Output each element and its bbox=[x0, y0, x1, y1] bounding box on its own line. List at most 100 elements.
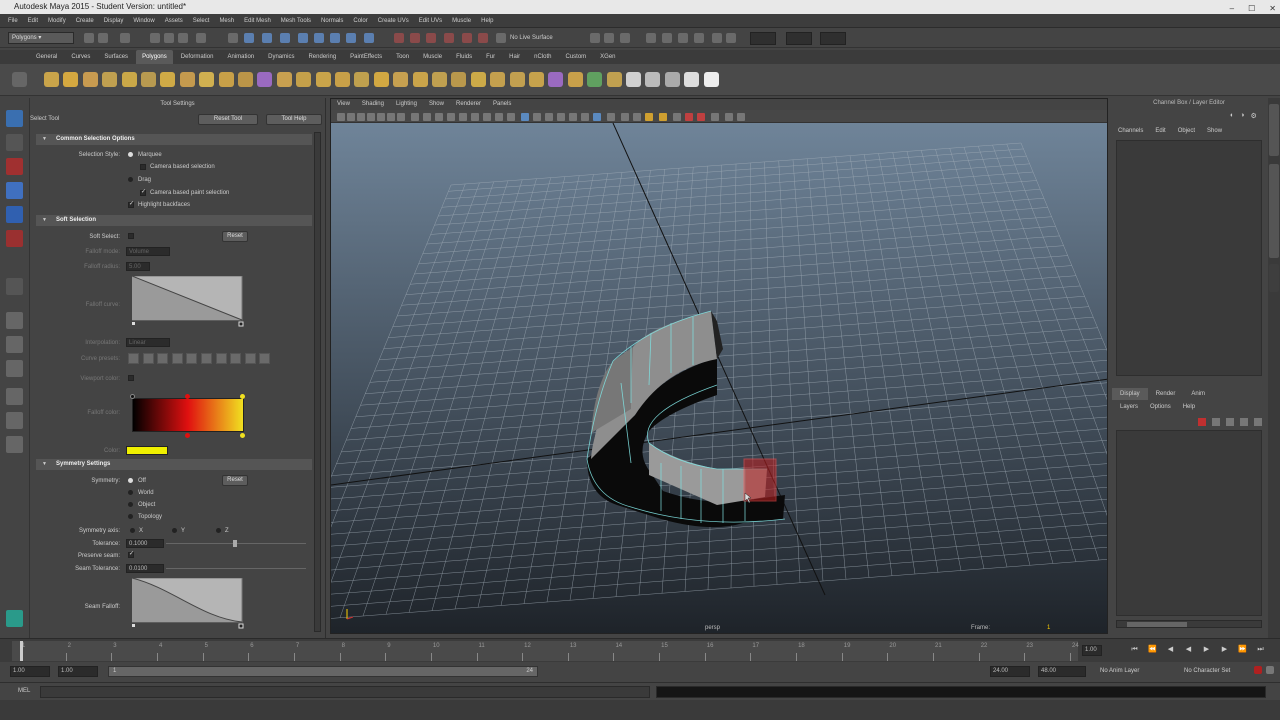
viewport-tool-14-icon[interactable] bbox=[483, 113, 491, 121]
shelf-tool-2-icon[interactable] bbox=[63, 72, 79, 87]
layer-menu-help[interactable]: Help bbox=[1183, 404, 1195, 410]
viewport-tool-13-icon[interactable] bbox=[471, 113, 479, 121]
viewport-tool-30-icon[interactable] bbox=[685, 113, 693, 121]
step-forward-key-icon[interactable]: ⏩ bbox=[1238, 645, 1247, 654]
shelf-menu-icon[interactable] bbox=[12, 72, 27, 87]
reset-tool-button[interactable]: Reset Tool bbox=[198, 114, 258, 125]
snap-curve-icon[interactable] bbox=[244, 33, 254, 43]
make-live-icon[interactable] bbox=[298, 33, 308, 43]
shelf-tool-25-icon[interactable] bbox=[509, 72, 525, 87]
viewport-menu-show[interactable]: Show bbox=[429, 99, 444, 110]
ramp-marker-red-bottom[interactable] bbox=[185, 433, 190, 438]
render-view-icon[interactable] bbox=[646, 33, 656, 43]
wireframe-icon[interactable] bbox=[478, 33, 488, 43]
shelf-tab-animation[interactable]: Animation bbox=[221, 50, 260, 64]
shelf-tool-12-icon[interactable] bbox=[257, 72, 273, 87]
ramp-marker-black[interactable] bbox=[130, 394, 135, 399]
range-slider-bar[interactable]: 1 24 bbox=[108, 666, 538, 677]
shelf-tool-17-icon[interactable] bbox=[354, 72, 370, 87]
shelf-tool-21-icon[interactable] bbox=[432, 72, 447, 87]
menu-file[interactable]: File bbox=[8, 14, 18, 27]
ramp-marker-red[interactable] bbox=[185, 394, 190, 399]
isolate-icon[interactable] bbox=[496, 33, 506, 43]
step-forward-frame-icon[interactable]: ▶ bbox=[1220, 645, 1229, 654]
open-scene-icon[interactable] bbox=[98, 33, 108, 43]
shelf-tab-deformation[interactable]: Deformation bbox=[175, 50, 220, 64]
select-object-icon[interactable] bbox=[164, 33, 174, 43]
hypershade-layout-icon[interactable] bbox=[6, 436, 23, 453]
xyz-field-y[interactable] bbox=[786, 32, 812, 45]
channel-box-icon-2[interactable]: ◑ bbox=[1240, 112, 1244, 120]
camera-based-selection-checkbox[interactable] bbox=[140, 164, 146, 170]
menu-select[interactable]: Select bbox=[193, 14, 210, 27]
preserve-seam-checkbox[interactable]: ✓ bbox=[128, 551, 134, 558]
shelf-tool-9-icon[interactable] bbox=[199, 72, 215, 87]
symmetry-settings-section[interactable]: Symmetry Settings bbox=[36, 459, 312, 470]
range-end-field[interactable]: 48.00 bbox=[1038, 666, 1086, 677]
curve-preset-9-icon[interactable] bbox=[244, 353, 256, 364]
lock-selection-icon[interactable] bbox=[196, 33, 206, 43]
viewport-tool-12-icon[interactable] bbox=[459, 113, 467, 121]
menu-mesh[interactable]: Mesh bbox=[219, 14, 234, 27]
layer-options-icon[interactable] bbox=[1254, 418, 1262, 426]
viewport-tool-25-icon[interactable] bbox=[621, 113, 629, 121]
shelf-tool-20-icon[interactable] bbox=[412, 72, 428, 87]
shelf-tab-fur[interactable]: Fur bbox=[480, 50, 501, 64]
drag-radio[interactable] bbox=[128, 177, 133, 182]
menu-set-select[interactable]: Polygons ▾ bbox=[8, 32, 74, 44]
shelf-tab-toon[interactable]: Toon bbox=[390, 50, 415, 64]
shelf-tool-34-icon[interactable] bbox=[684, 72, 700, 87]
channel-menu-show[interactable]: Show bbox=[1207, 128, 1222, 134]
shelf-tool-22-icon[interactable] bbox=[451, 72, 467, 87]
save-scene-icon[interactable] bbox=[120, 33, 130, 43]
menu-create-uvs[interactable]: Create UVs bbox=[378, 14, 409, 27]
history-icon[interactable] bbox=[314, 33, 324, 43]
anim-layer-label[interactable]: No Anim Layer bbox=[1100, 668, 1139, 674]
ramp-marker-yellow-bottom[interactable] bbox=[240, 433, 245, 438]
menu-mesh-tools[interactable]: Mesh Tools bbox=[281, 14, 311, 27]
menu-color[interactable]: Color bbox=[353, 14, 367, 27]
shelf-tab-rendering[interactable]: Rendering bbox=[302, 50, 342, 64]
shelf-tool-19-icon[interactable] bbox=[393, 72, 409, 87]
snap-view-plane-icon[interactable] bbox=[280, 33, 290, 43]
shelf-tool-33-icon[interactable] bbox=[664, 72, 680, 87]
shelf-tool-13-icon[interactable] bbox=[276, 72, 292, 87]
menu-window[interactable]: Window bbox=[133, 14, 154, 27]
curve-preset-5-icon[interactable] bbox=[186, 353, 198, 364]
shelf-tool-1-icon[interactable] bbox=[44, 72, 59, 87]
axis-y-radio[interactable] bbox=[172, 528, 177, 533]
viewport-tool-32-icon[interactable] bbox=[711, 113, 719, 121]
snap-grid-icon[interactable] bbox=[228, 33, 238, 43]
output-ops-icon[interactable] bbox=[426, 33, 436, 43]
symmetry-reset-button[interactable]: Reset bbox=[222, 475, 248, 486]
shelf-tab-ncloth[interactable]: nCloth bbox=[528, 50, 557, 64]
curve-preset-3-icon[interactable] bbox=[157, 353, 169, 364]
shelf-tool-15-icon[interactable] bbox=[315, 72, 331, 87]
menu-help[interactable]: Help bbox=[481, 14, 493, 27]
current-frame-field[interactable]: 1.00 bbox=[1082, 645, 1102, 656]
shelf-tab-muscle[interactable]: Muscle bbox=[417, 50, 448, 64]
shelf-tab-curves[interactable]: Curves bbox=[65, 50, 96, 64]
axis-x-radio[interactable] bbox=[130, 528, 135, 533]
shading-icon[interactable] bbox=[462, 33, 472, 43]
shelf-tool-16-icon[interactable] bbox=[335, 72, 350, 87]
step-back-frame-icon[interactable]: ◀ bbox=[1166, 645, 1175, 654]
seam-tolerance-field[interactable]: 0.0100 bbox=[126, 564, 164, 573]
four-view-layout-icon[interactable] bbox=[6, 336, 23, 353]
range-inner-end-field[interactable]: 24.00 bbox=[990, 666, 1030, 677]
viewport-tool-27-icon[interactable] bbox=[645, 113, 653, 121]
viewport-tool-9-icon[interactable] bbox=[423, 113, 431, 121]
paint-select-tool-icon[interactable] bbox=[6, 158, 23, 175]
channel-box-area[interactable] bbox=[1116, 140, 1262, 376]
soft-color-swatch[interactable] bbox=[126, 446, 168, 455]
last-tool-icon[interactable] bbox=[6, 278, 23, 295]
shelf-tool-14-icon[interactable] bbox=[296, 72, 312, 87]
ipr-render-icon[interactable] bbox=[364, 33, 374, 43]
move-layer-up-icon[interactable] bbox=[1226, 418, 1234, 426]
shelf-tool-3-icon[interactable] bbox=[82, 72, 98, 87]
viewport-tool-1-icon[interactable] bbox=[337, 113, 345, 121]
numeric-input-icon[interactable] bbox=[726, 33, 736, 43]
tool-help-button[interactable]: Tool Help bbox=[266, 114, 322, 125]
quick-rename-icon[interactable] bbox=[694, 33, 704, 43]
viewport-tool-31-icon[interactable] bbox=[697, 113, 705, 121]
